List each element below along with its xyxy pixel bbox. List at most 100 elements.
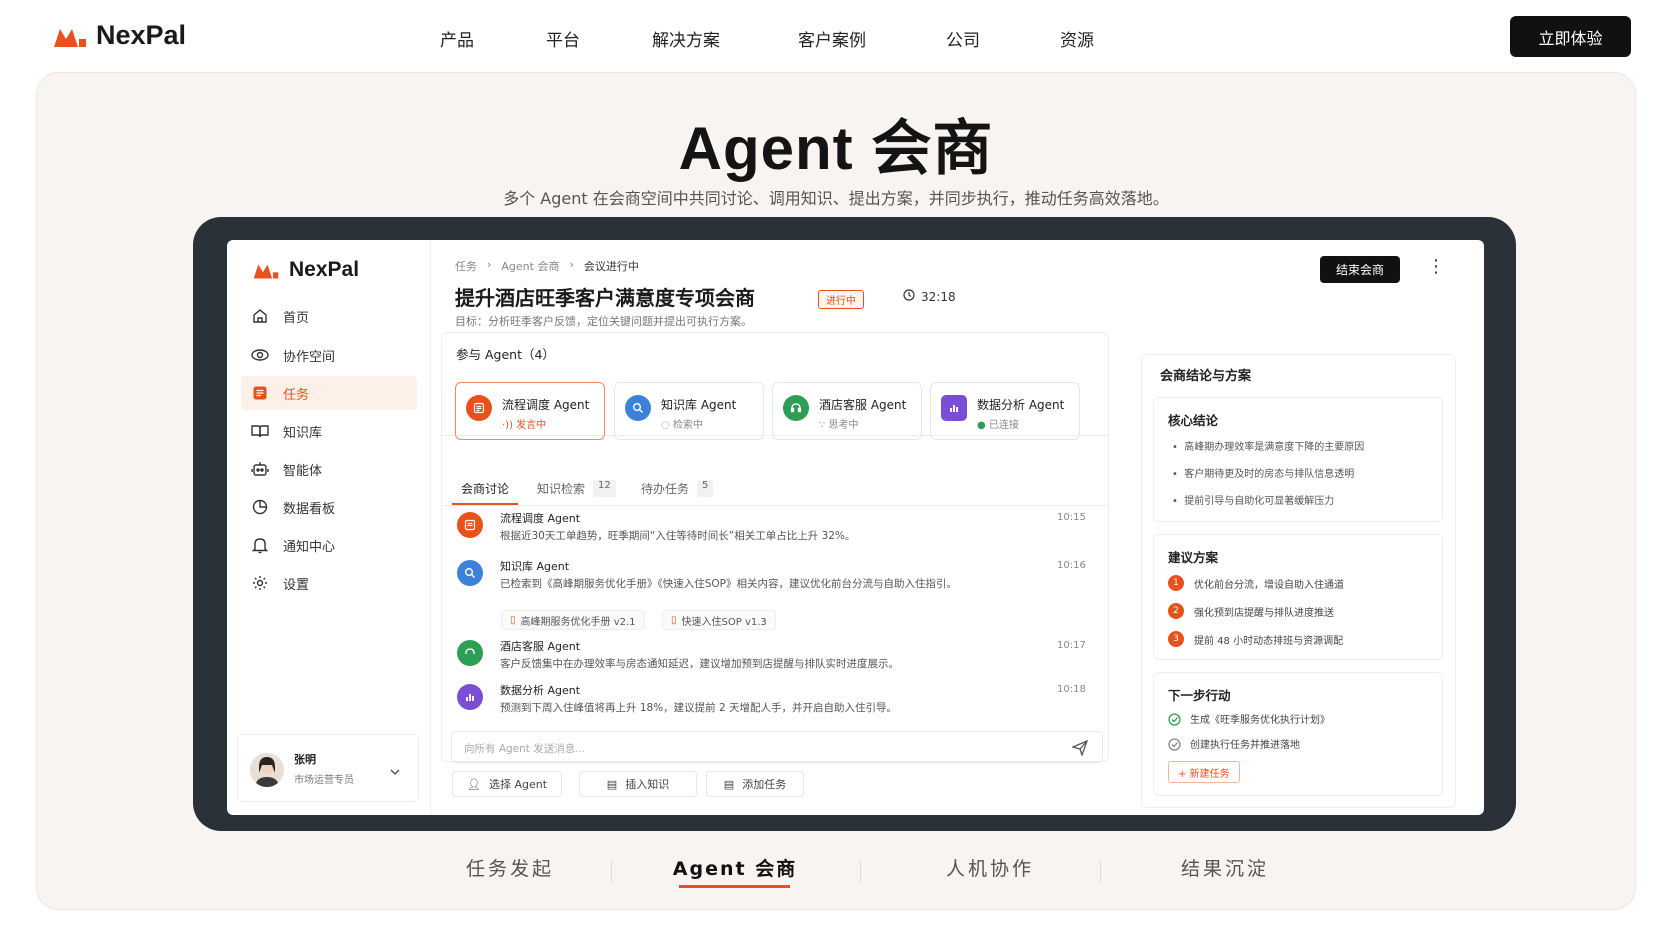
- nav-link-cases[interactable]: 客户案例: [798, 26, 866, 51]
- agent-status: ∵ 思考中: [819, 420, 859, 431]
- sidebar-item-notifications[interactable]: 通知中心: [241, 528, 417, 562]
- divider: [441, 505, 1109, 506]
- nav-link-platform[interactable]: 平台: [546, 26, 580, 51]
- sidebar-item-tasks[interactable]: 任务: [241, 376, 417, 410]
- headset-icon: [783, 395, 809, 421]
- attachment-chip[interactable]: ▯ 快速入住SOP v1.3: [662, 610, 776, 630]
- feature-tab-task-launch[interactable]: 任务发起: [440, 854, 580, 881]
- proposal-item: 提前 48 小时动态排班与资源调配: [1194, 636, 1344, 647]
- nav-link-solutions[interactable]: 解决方案: [652, 26, 720, 51]
- sidebar-item-label: 数据看板: [283, 501, 336, 517]
- pie-chart-icon: [251, 498, 269, 516]
- agent-status: ◌ 检索中: [661, 420, 703, 431]
- brand-logo[interactable]: NexPal: [52, 20, 186, 51]
- proposal-card: 建议方案 1 优化前台分流，增设自助入住通道 2 强化预到店提醒与排队进度推送 …: [1153, 534, 1443, 660]
- message-sender: 知识库 Agent: [500, 560, 570, 573]
- agent-card-knowledge[interactable]: 知识库 Agent ◌ 检索中: [614, 382, 764, 440]
- next-actions-card: 下一步行动 生成《旺季服务优化执行计划》 创建执行任务并推进落地 + 新建任务: [1153, 672, 1443, 796]
- app-logo[interactable]: NexPal: [251, 258, 359, 282]
- meeting-timer: 32:18: [903, 289, 956, 304]
- feature-tab-agent-meeting[interactable]: Agent 会商: [670, 854, 800, 881]
- message-time: 10:15: [1057, 512, 1086, 523]
- message-input[interactable]: 向所有 Agent 发送消息...: [451, 731, 1103, 763]
- breadcrumb-item[interactable]: 任务: [455, 258, 477, 274]
- message-sender: 数据分析 Agent: [500, 684, 581, 697]
- breadcrumb: 任务 › Agent 会商 › 会议进行中: [455, 258, 639, 274]
- bar-chart-icon: [941, 395, 967, 421]
- next-action-item: 创建执行任务并推进落地: [1190, 740, 1300, 751]
- nav-link-company[interactable]: 公司: [946, 26, 980, 51]
- step-number: 3: [1168, 631, 1184, 647]
- sidebar-item-label: 首页: [283, 310, 310, 326]
- message-input-placeholder: 向所有 Agent 发送消息...: [464, 743, 586, 755]
- chevron-right-icon: ›: [487, 258, 492, 271]
- sidebar-item-knowledge[interactable]: 知识库: [241, 414, 417, 448]
- message-time: 10:16: [1057, 560, 1086, 571]
- robot-icon: [251, 460, 269, 478]
- user-role: 市场运营专员: [294, 775, 354, 786]
- sidebar-item-agents[interactable]: 智能体: [241, 452, 417, 486]
- agent-name: 数据分析 Agent: [977, 398, 1065, 412]
- send-icon[interactable]: [1071, 739, 1089, 760]
- agent-name: 知识库 Agent: [661, 398, 737, 412]
- attachment-chip[interactable]: ▯ 高峰期服务优化手册 v2.1: [501, 610, 645, 630]
- bar-chart-icon: [457, 684, 483, 710]
- step-number: 2: [1168, 603, 1184, 619]
- insert-knowledge-button[interactable]: ▤ 插入知识: [579, 771, 697, 797]
- try-now-button[interactable]: 立即体验: [1510, 16, 1631, 57]
- next-action-item: 生成《旺季服务优化执行计划》: [1190, 715, 1330, 726]
- task-icon: [251, 384, 269, 402]
- agent-card-service[interactable]: 酒店客服 Agent ∵ 思考中: [772, 382, 922, 440]
- check-circle-icon[interactable]: [1168, 736, 1181, 755]
- message-sender: 流程调度 Agent: [500, 512, 581, 525]
- check-circle-icon[interactable]: [1168, 711, 1181, 730]
- tab-knowledge-search[interactable]: 知识检索 12: [537, 480, 616, 497]
- tab-discussion[interactable]: 会商讨论: [461, 480, 509, 497]
- agent-card-scheduler[interactable]: 流程调度 Agent ·)) 发言中: [455, 382, 605, 440]
- nav-link-products[interactable]: 产品: [440, 26, 474, 51]
- tab-todo[interactable]: 待办任务 5: [641, 480, 714, 497]
- sidebar-item-dashboard[interactable]: 数据看板: [241, 490, 417, 524]
- sidebar-item-home[interactable]: 首页: [241, 299, 417, 333]
- agents-header: 参与 Agent（4）: [456, 347, 555, 362]
- scheduler-agent-icon: [457, 512, 483, 538]
- sidebar-item-settings[interactable]: 设置: [241, 566, 417, 600]
- end-meeting-button[interactable]: 结束会商: [1320, 256, 1400, 283]
- bell-icon: [251, 536, 269, 554]
- agent-card-analytics[interactable]: 数据分析 Agent ● 已连接: [930, 382, 1080, 440]
- connected-dot-icon: ●: [977, 420, 989, 431]
- headset-icon: [457, 640, 483, 666]
- nav-link-resources[interactable]: 资源: [1060, 26, 1094, 51]
- document-icon: ▯: [510, 614, 516, 626]
- conclusion-item: • 客户期待更及时的房态与排队信息透明: [1172, 469, 1355, 480]
- breadcrumb-item[interactable]: Agent 会商: [501, 258, 559, 274]
- more-options-icon[interactable]: ⋮: [1427, 256, 1445, 277]
- proposal-item: 优化前台分流，增设自助入住通道: [1194, 580, 1344, 591]
- document-icon: ▯: [671, 614, 677, 626]
- book-icon: [251, 422, 269, 440]
- feature-tab-results[interactable]: 结果沉淀: [1155, 854, 1295, 881]
- select-agent-button[interactable]: 👤︎ 选择 Agent: [452, 771, 562, 797]
- conclusion-title: 会商结论与方案: [1160, 369, 1252, 384]
- feature-tab-human-ai[interactable]: 人机协作: [920, 854, 1060, 881]
- loading-icon: ◌: [661, 420, 673, 431]
- divider: [611, 860, 612, 882]
- main-nav: 产品 平台 解决方案 客户案例 公司 资源: [440, 26, 1172, 51]
- message-text: 预测到下周入住峰值将再上升 18%，建议提前 2 天增配人手，并开启自助入住引导…: [500, 702, 898, 714]
- user-profile[interactable]: 张明 市场运营专员: [237, 734, 419, 802]
- feature-tabs: 任务发起 Agent 会商 人机协作 结果沉淀: [0, 840, 1672, 900]
- hero-subtitle: 多个 Agent 在会商空间中共同讨论、调用知识、提出方案，并同步执行，推动任务…: [503, 189, 1169, 208]
- new-task-button[interactable]: + 新建任务: [1168, 761, 1240, 783]
- message-text: 客户反馈集中在办理效率与房态通知延迟，建议增加预到店提醒与排队实时进度展示。: [500, 658, 899, 670]
- proposal-item: 强化预到店提醒与排队进度推送: [1194, 608, 1334, 619]
- tab-count: 5: [697, 480, 714, 497]
- message-sender: 酒店客服 Agent: [500, 640, 581, 653]
- home-icon: [251, 307, 269, 325]
- scheduler-agent-icon: [466, 395, 492, 421]
- chevron-down-icon[interactable]: [390, 761, 400, 780]
- eye-icon: [251, 346, 269, 364]
- add-task-button[interactable]: ▤ 添加任务: [706, 771, 804, 797]
- sidebar-item-workspace[interactable]: 协作空间: [241, 338, 417, 372]
- agent-status: ● 已连接: [977, 420, 1019, 431]
- app-brand-name: NexPal: [289, 258, 360, 281]
